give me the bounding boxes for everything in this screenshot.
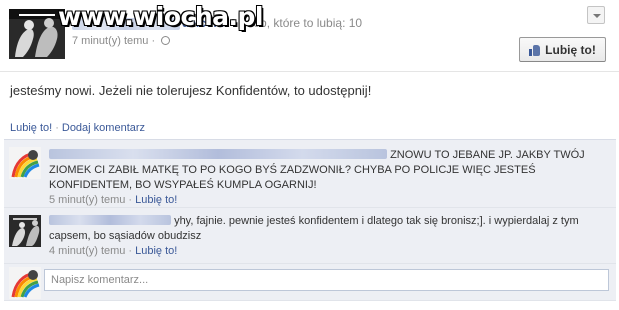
post-header: de.com · Osób, które to lubią: 10 www.wioc… (0, 0, 619, 70)
add-comment-link[interactable]: Dodaj komentarz (62, 122, 145, 134)
comment-input[interactable] (44, 269, 609, 291)
comment-time[interactable]: 5 minut(y) temu (49, 194, 125, 206)
commenter-name-redacted[interactable] (49, 215, 171, 225)
comment-like-link[interactable]: Lubię to! (135, 194, 177, 206)
comment-like-link[interactable]: Lubię to! (135, 245, 177, 257)
comment-meta: 4 minut(y) temu · Lubię to! (49, 244, 604, 259)
comment-time[interactable]: 4 minut(y) temu (49, 245, 125, 257)
comment-composer (4, 264, 616, 301)
rainbow-avatar-image (9, 267, 41, 299)
commenter-avatar[interactable] (9, 215, 41, 247)
comment-body: yhy, fajnie. pewnie jesteś konfidentem i… (49, 214, 604, 259)
thumbs-up-icon (529, 44, 541, 56)
current-user-avatar (9, 267, 41, 299)
comment-meta: 5 minut(y) temu · Lubię to! (49, 193, 604, 208)
comment-item: ZNOWU TO JEBANE JP. JAKBY TWÓJ ZIOMEK CI… (4, 140, 616, 208)
comment-item: yhy, fajnie. pewnie jesteś konfidentem i… (4, 208, 616, 264)
like-post-link[interactable]: Lubię to! (10, 122, 52, 134)
post-message: jesteśmy nowi. Jeżeli nie tolerujesz Kon… (10, 83, 372, 98)
separator-dot: · (151, 35, 156, 47)
separator-dot: · (128, 245, 133, 257)
separator-dot: · (55, 122, 59, 134)
comment-body: ZNOWU TO JEBANE JP. JAKBY TWÓJ ZIOMEK CI… (49, 148, 604, 208)
wiocha-watermark: www.wiocha.pl (58, 2, 263, 31)
like-page-label: Lubię to! (545, 42, 596, 57)
header-divider (0, 71, 619, 72)
rainbow-avatar-image (9, 147, 41, 179)
page-avatar-image (9, 9, 65, 59)
post-timestamp-line: 7 minut(y) temu · (72, 35, 171, 47)
page-avatar[interactable] (9, 9, 65, 59)
globe-icon (161, 36, 171, 45)
post-options-chevron-icon[interactable] (587, 6, 605, 24)
separator-dot: · (128, 194, 133, 206)
commenter-avatar[interactable] (9, 147, 41, 179)
post-timestamp[interactable]: 7 minut(y) temu (72, 35, 148, 47)
commenter-avatar-image (9, 215, 41, 247)
post-action-bar: Lubię to! · Dodaj komentarz (10, 122, 145, 134)
comments-section: ZNOWU TO JEBANE JP. JAKBY TWÓJ ZIOMEK CI… (4, 139, 616, 301)
like-page-button[interactable]: Lubię to! (519, 37, 606, 62)
commenter-name-redacted[interactable] (49, 149, 387, 159)
